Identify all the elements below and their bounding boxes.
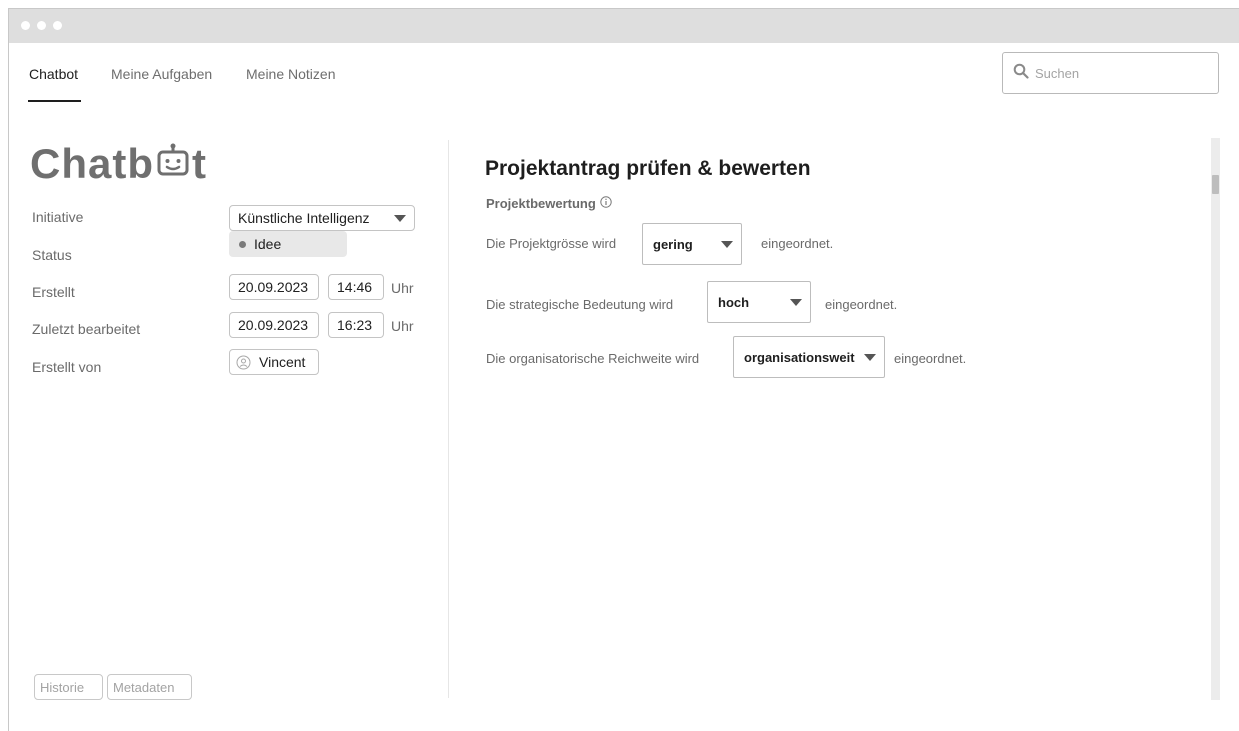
section-heading: Projektbewertung	[486, 196, 612, 211]
tab-chatbot[interactable]: Chatbot	[29, 66, 78, 82]
row-strategische-bedeutung-suffix: eingeordnet.	[825, 297, 898, 312]
row-reichweite-suffix: eingeordnet.	[894, 351, 967, 366]
created-label: Erstellt	[32, 284, 75, 300]
chatbot-logo: Chatb t	[30, 140, 207, 188]
robot-icon	[154, 140, 192, 188]
history-button[interactable]: Historie	[34, 674, 103, 700]
tab-meine-notizen[interactable]: Meine Notizen	[246, 66, 336, 82]
active-tab-indicator	[28, 100, 81, 102]
reichweite-value: organisationsweit	[744, 349, 855, 365]
edited-date-field[interactable]: 20.09.2023	[229, 312, 319, 338]
created-time-field[interactable]: 14:46	[328, 274, 384, 300]
reichweite-select[interactable]: organisationsweit	[733, 336, 885, 378]
window-control-maximize[interactable]	[53, 21, 62, 30]
caret-down-icon	[864, 353, 876, 361]
window-control-minimize[interactable]	[37, 21, 46, 30]
projektgroesse-select[interactable]: gering	[642, 223, 742, 265]
row-projektgroesse-suffix: eingeordnet.	[761, 236, 834, 251]
search-box[interactable]	[1002, 52, 1219, 94]
author-value: Vincent	[259, 354, 306, 370]
created-time-unit: Uhr	[391, 280, 414, 296]
caret-down-icon	[394, 214, 406, 222]
row-projektgroesse-prefix: Die Projektgrösse wird	[486, 236, 617, 251]
status-badge[interactable]: Idee	[229, 231, 347, 257]
row-strategische-bedeutung-prefix: Die strategische Bedeutung wird	[486, 297, 674, 312]
logo-text-end: t	[192, 140, 207, 187]
created-date-field[interactable]: 20.09.2023	[229, 274, 319, 300]
projektgroesse-value: gering	[653, 236, 693, 252]
status-dot-icon	[239, 240, 246, 248]
edited-date-value: 20.09.2023	[238, 317, 309, 333]
window-control-close[interactable]	[21, 21, 30, 30]
strategische-bedeutung-select[interactable]: hoch	[707, 281, 811, 323]
edited-label: Zuletzt bearbeitet	[32, 321, 141, 337]
scrollbar-thumb[interactable]	[1212, 175, 1219, 194]
info-icon[interactable]	[600, 196, 612, 211]
strategische-bedeutung-value: hoch	[718, 294, 750, 310]
user-icon	[236, 355, 251, 370]
initiative-value: Künstliche Intelligenz	[238, 210, 370, 226]
logo-text-start: Chatb	[30, 140, 154, 187]
initiative-select[interactable]: Künstliche Intelligenz	[229, 205, 415, 231]
edited-time-unit: Uhr	[391, 318, 414, 334]
status-label: Status	[32, 247, 72, 263]
app-window	[8, 8, 1239, 731]
page-title: Projektantrag prüfen & bewerten	[485, 157, 811, 180]
edited-time-field[interactable]: 16:23	[328, 312, 384, 338]
created-time-value: 14:46	[337, 279, 373, 295]
row-reichweite-prefix: Die organisatorische Reichweite wird	[486, 351, 700, 366]
tab-meine-aufgaben[interactable]: Meine Aufgaben	[111, 66, 212, 82]
author-chip[interactable]: Vincent	[229, 349, 319, 375]
section-heading-text: Projektbewertung	[486, 196, 596, 211]
author-label: Erstellt von	[32, 359, 102, 375]
edited-time-value: 16:23	[337, 317, 373, 333]
caret-down-icon	[721, 240, 733, 248]
initiative-label: Initiative	[32, 209, 84, 225]
caret-down-icon	[790, 298, 802, 306]
search-icon	[1013, 63, 1029, 84]
created-date-value: 20.09.2023	[238, 279, 309, 295]
status-value: Idee	[254, 236, 282, 252]
content-scrollbar[interactable]	[1211, 138, 1220, 700]
column-divider	[448, 140, 449, 698]
metadata-button[interactable]: Metadaten	[107, 674, 192, 700]
search-input[interactable]	[1035, 65, 1205, 81]
